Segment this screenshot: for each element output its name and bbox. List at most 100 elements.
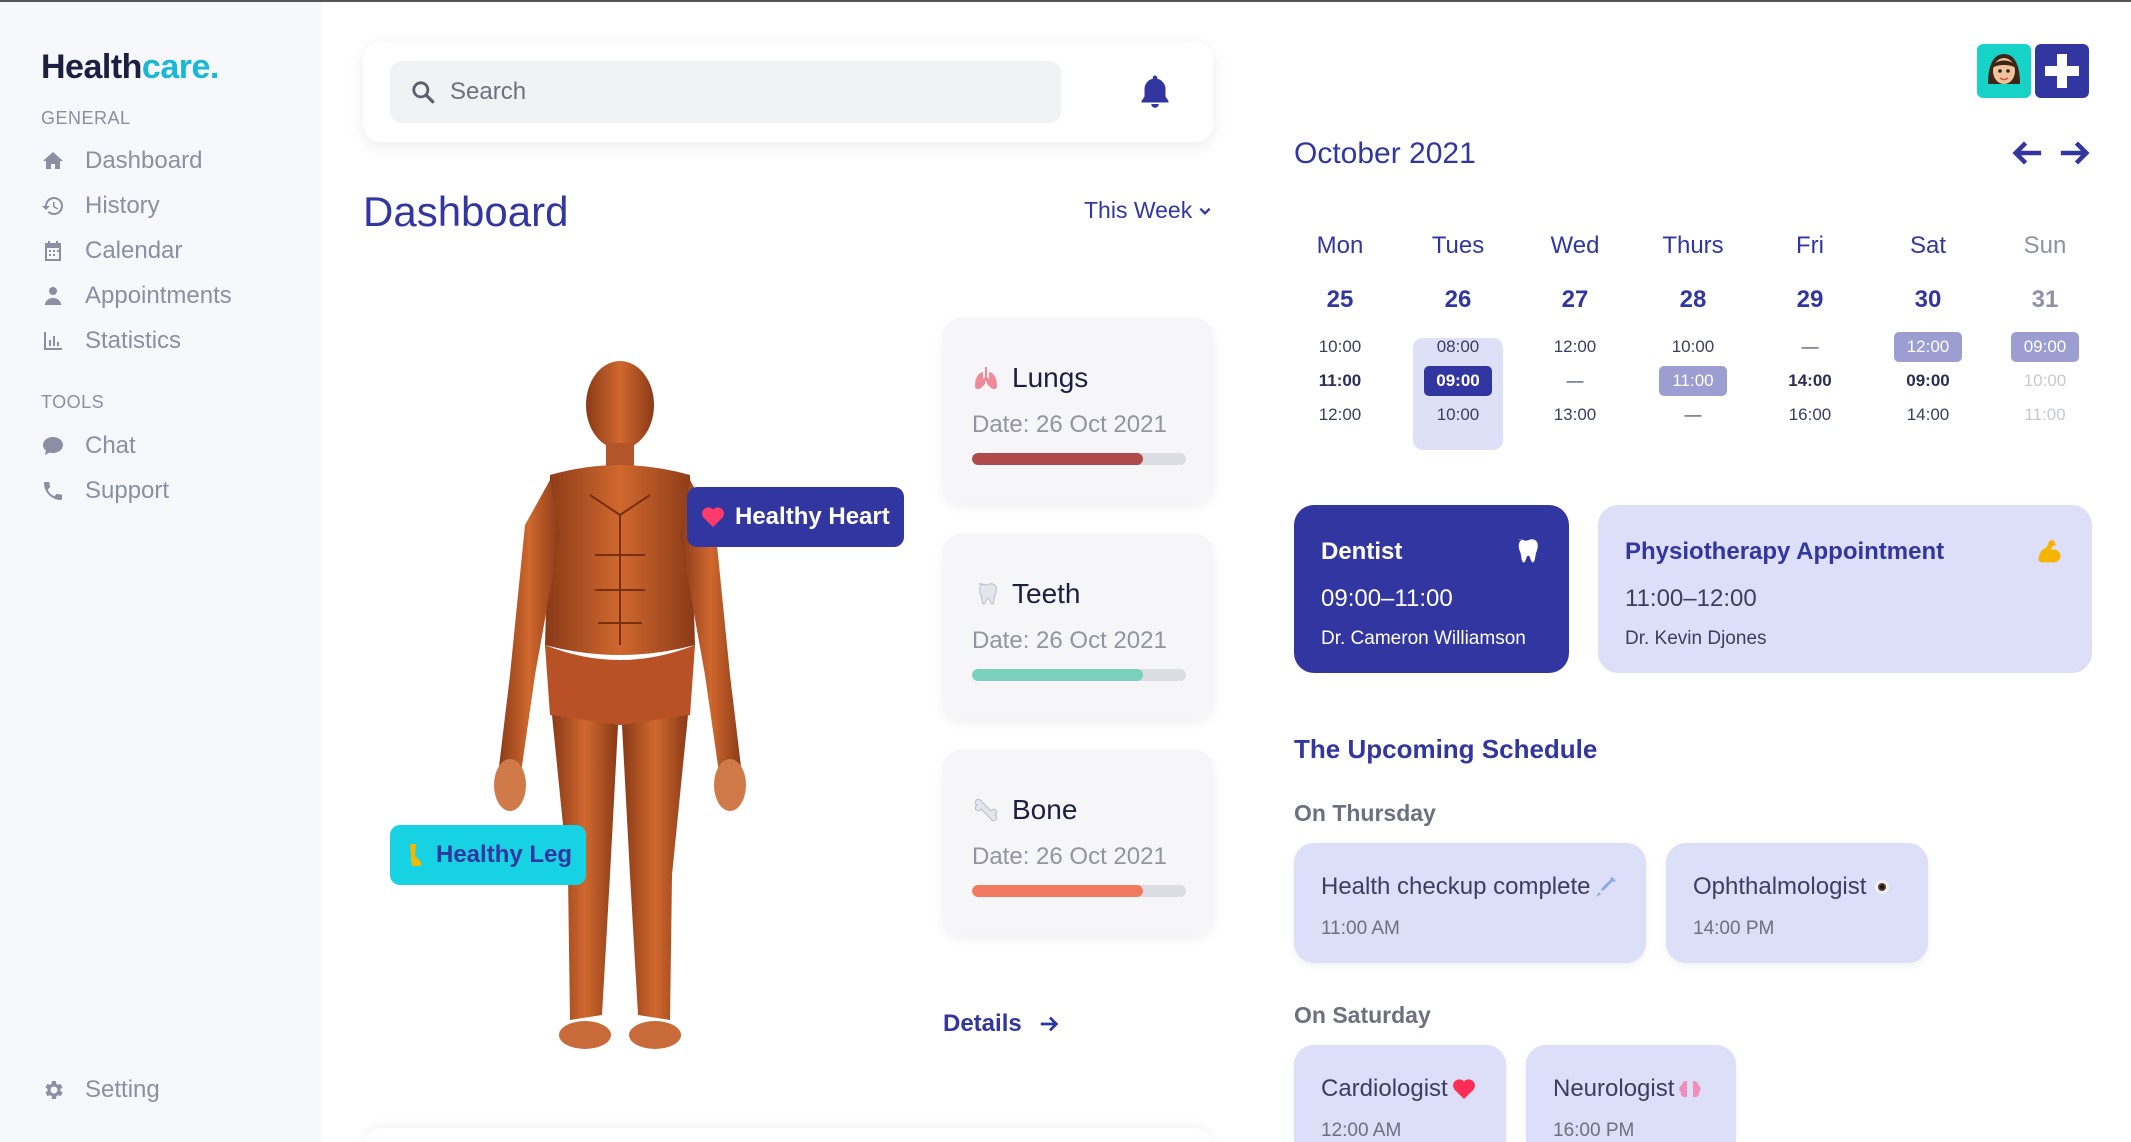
organ-progress-bar xyxy=(972,453,1186,465)
tooth-icon xyxy=(1518,539,1538,563)
on-saturday-label: On Saturday xyxy=(1294,1002,1431,1028)
home-icon xyxy=(43,152,63,169)
day-number: 25 xyxy=(1326,286,1354,313)
time-slot-booked[interactable]: 09:00 xyxy=(2011,332,2079,362)
time-slot[interactable]: 08:00 xyxy=(1424,330,1492,364)
day-number: 27 xyxy=(1561,286,1589,313)
arrow-left-icon[interactable] xyxy=(2010,136,2044,170)
notification-bell-icon[interactable] xyxy=(1137,72,1173,112)
time-slot[interactable]: 10:00 xyxy=(1659,330,1727,364)
schedule-card-cardiologist[interactable]: Cardiologist 12:00 AM xyxy=(1294,1045,1506,1142)
details-link[interactable]: Details xyxy=(943,1010,1060,1038)
organ-progress-fill xyxy=(972,669,1144,681)
period-dropdown[interactable]: This Week xyxy=(1084,197,1212,224)
organ-name: Teeth xyxy=(1012,578,1081,609)
schedule-time: 11:00 AM xyxy=(1321,918,1400,939)
sidebar-item-setting[interactable]: Setting xyxy=(41,1076,160,1104)
appointment-title: Physiotherapy Appointment xyxy=(1625,538,1945,565)
sidebar: Healthcare. GENERAL Dashboard History Ca… xyxy=(0,2,322,1142)
organ-card-title: Bone xyxy=(972,794,1077,826)
brand-name: Health xyxy=(41,48,142,86)
appointment-card-dentist[interactable]: Dentist 09:00–11:00 Dr. Cameron Williams… xyxy=(1294,505,1569,673)
arrow-right-icon xyxy=(1040,1016,1058,1032)
search-box[interactable] xyxy=(390,61,1061,123)
healthy-leg-tag[interactable]: Healthy Leg xyxy=(390,825,587,885)
syringe-icon xyxy=(1596,877,1617,897)
schedule-card-health-checkup[interactable]: Health checkup complete 11:00 AM xyxy=(1294,843,1646,963)
schedule-title: Health checkup complete xyxy=(1321,873,1591,900)
calendar-day-sun: Sun 31 09:00 10:00 11:00 xyxy=(2000,232,2090,424)
schedule-time: 12:00 AM xyxy=(1321,1120,1402,1141)
user-avatar[interactable] xyxy=(1977,44,2031,98)
sidebar-item-support[interactable]: Support xyxy=(41,477,169,505)
brand-accent: care. xyxy=(141,48,219,86)
schedule-title-row: Ophthalmologist xyxy=(1693,873,1894,901)
organ-card-teeth[interactable]: Teeth Date: 26 Oct 2021 xyxy=(943,534,1213,719)
appointment-doctor: Dr. Cameron Williamson xyxy=(1321,628,1526,649)
heart-icon xyxy=(1452,1079,1475,1099)
organ-card-title: Lungs xyxy=(972,362,1088,394)
time-slot[interactable]: 12:00 xyxy=(1541,330,1609,364)
time-slot-booked[interactable]: 11:00 xyxy=(1659,366,1727,396)
sidebar-item-calendar[interactable]: Calendar xyxy=(41,237,182,265)
bottom-card xyxy=(363,1128,1213,1142)
appointment-doctor: Dr. Kevin Djones xyxy=(1625,628,1767,649)
arrow-right-icon[interactable] xyxy=(2058,136,2092,170)
sidebar-item-label: Calendar xyxy=(85,237,183,264)
time-slot-selected[interactable]: 09:00 xyxy=(1424,366,1492,396)
brain-icon xyxy=(1679,1081,1702,1098)
organ-date: Date: 26 Oct 2021 xyxy=(972,411,1167,438)
schedule-title-row: Neurologist xyxy=(1553,1075,1702,1103)
organ-progress-bar xyxy=(972,885,1186,897)
organ-card-title: Teeth xyxy=(972,578,1081,610)
organ-date: Date: 26 Oct 2021 xyxy=(972,627,1167,654)
healthy-heart-tag[interactable]: Healthy Heart xyxy=(687,487,904,547)
sidebar-item-history[interactable]: History xyxy=(41,192,160,220)
time-slot[interactable]: 12:00 xyxy=(1306,398,1374,432)
chat-icon xyxy=(43,437,63,455)
time-slot[interactable]: 10:00 xyxy=(2011,364,2079,398)
organ-progress-fill xyxy=(972,453,1144,465)
time-slot[interactable]: 11:00 xyxy=(2011,398,2079,432)
tooth-icon xyxy=(978,583,997,605)
schedule-card-ophthalmologist[interactable]: Ophthalmologist 14:00 PM xyxy=(1666,843,1928,963)
day-name: Tues xyxy=(1431,232,1485,259)
leg-icon xyxy=(410,844,421,866)
sidebar-item-appointments[interactable]: Appointments xyxy=(41,282,232,310)
heart-icon xyxy=(702,507,724,527)
sidebar-item-label: Dashboard xyxy=(85,147,203,174)
time-slot[interactable]: 11:00 xyxy=(1306,364,1374,398)
calendar-day-tues: Tues 26 08:00 09:00 10:00 xyxy=(1413,232,1503,450)
search-input[interactable] xyxy=(450,78,1010,106)
healthy-leg-label: Healthy Leg xyxy=(436,841,573,868)
on-thursday-label: On Thursday xyxy=(1294,800,1436,826)
calendar-day-fri: Fri 29 — 14:00 16:00 xyxy=(1765,232,1855,424)
appointment-time: 09:00–11:00 xyxy=(1321,585,1453,612)
time-slot[interactable]: 16:00 xyxy=(1776,398,1844,432)
time-slot[interactable]: 10:00 xyxy=(1306,330,1374,364)
organ-card-bone[interactable]: Bone Date: 26 Oct 2021 xyxy=(943,750,1213,935)
schedule-title: Neurologist xyxy=(1553,1075,1675,1102)
time-slot[interactable]: 13:00 xyxy=(1541,398,1609,432)
history-icon xyxy=(42,197,63,215)
section-general-label: GENERAL xyxy=(41,108,131,128)
organ-name: Bone xyxy=(1012,794,1078,825)
section-tools-label: TOOLS xyxy=(41,392,105,412)
brand-logo[interactable]: Healthcare. xyxy=(41,48,219,87)
sidebar-item-dashboard[interactable]: Dashboard xyxy=(41,147,202,175)
time-slot[interactable]: 14:00 xyxy=(1776,364,1844,398)
schedule-card-neurologist[interactable]: Neurologist 16:00 PM xyxy=(1526,1045,1736,1142)
sidebar-item-label: Chat xyxy=(85,432,136,459)
add-button[interactable] xyxy=(2035,44,2089,98)
calendar-icon xyxy=(45,241,61,261)
time-slot[interactable]: 14:00 xyxy=(1894,398,1962,432)
time-slot-booked[interactable]: 12:00 xyxy=(1894,332,1962,362)
time-slot[interactable]: 10:00 xyxy=(1424,398,1492,432)
sidebar-item-statistics[interactable]: Statistics xyxy=(41,327,181,355)
chart-icon xyxy=(44,332,62,350)
time-slot[interactable]: 09:00 xyxy=(1894,364,1962,398)
appointment-card-physiotherapy[interactable]: Physiotherapy Appointment 11:00–12:00 Dr… xyxy=(1598,505,2092,673)
organ-card-lungs[interactable]: Lungs Date: 26 Oct 2021 xyxy=(943,318,1213,503)
anatomy-body-image xyxy=(494,361,746,1049)
sidebar-item-chat[interactable]: Chat xyxy=(41,432,136,460)
